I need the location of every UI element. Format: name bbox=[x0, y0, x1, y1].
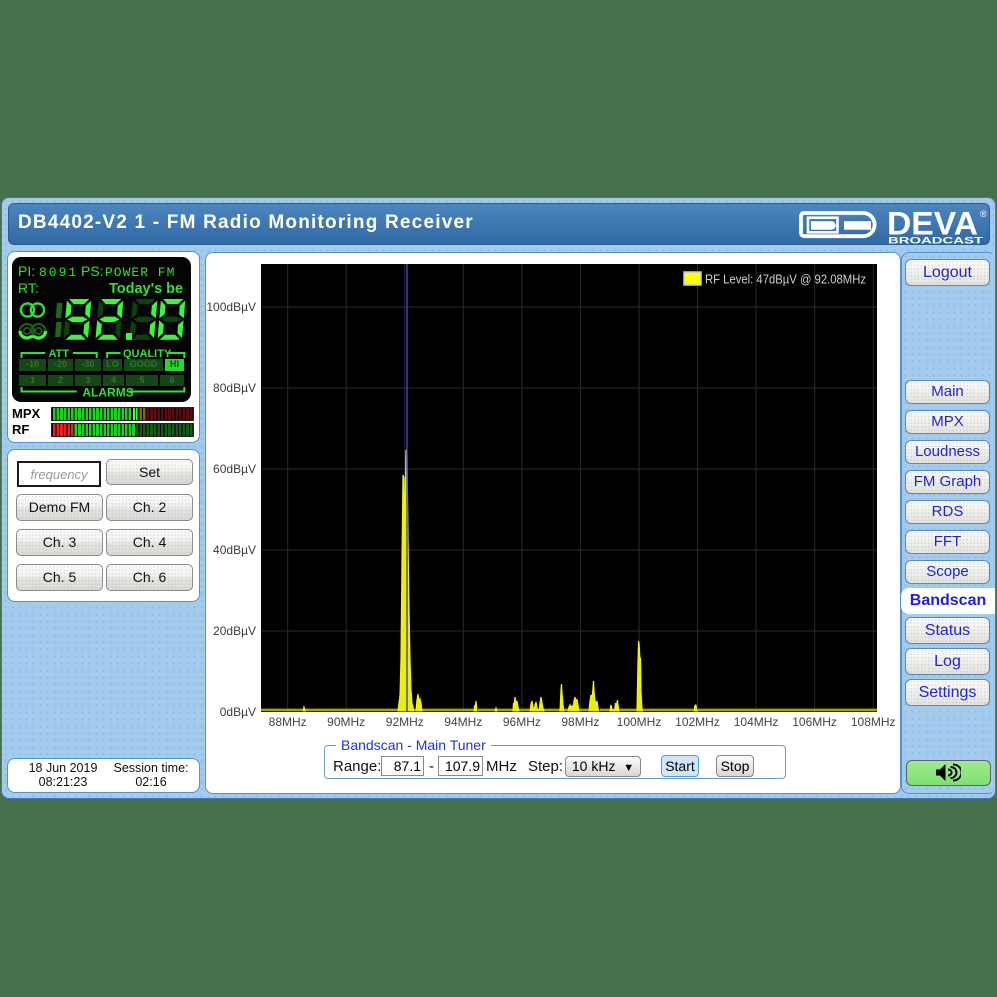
svg-text:ALARMS: ALARMS bbox=[82, 386, 133, 400]
svg-text:8091: 8091 bbox=[39, 265, 78, 280]
svg-text:PS:: PS: bbox=[81, 263, 104, 279]
svg-text:RT:: RT: bbox=[18, 280, 39, 296]
svg-text:POWER FM: POWER FM bbox=[105, 265, 175, 280]
svg-text:PI:: PI: bbox=[18, 263, 35, 279]
svg-text:BROADCAST: BROADCAST bbox=[888, 236, 984, 246]
svg-text:®: ® bbox=[980, 209, 987, 219]
svg-text:RF Level: 47dBµV @ 92.08MHz: RF Level: 47dBµV @ 92.08MHz bbox=[705, 273, 866, 287]
svg-text:Today's be: Today's be bbox=[109, 281, 183, 297]
